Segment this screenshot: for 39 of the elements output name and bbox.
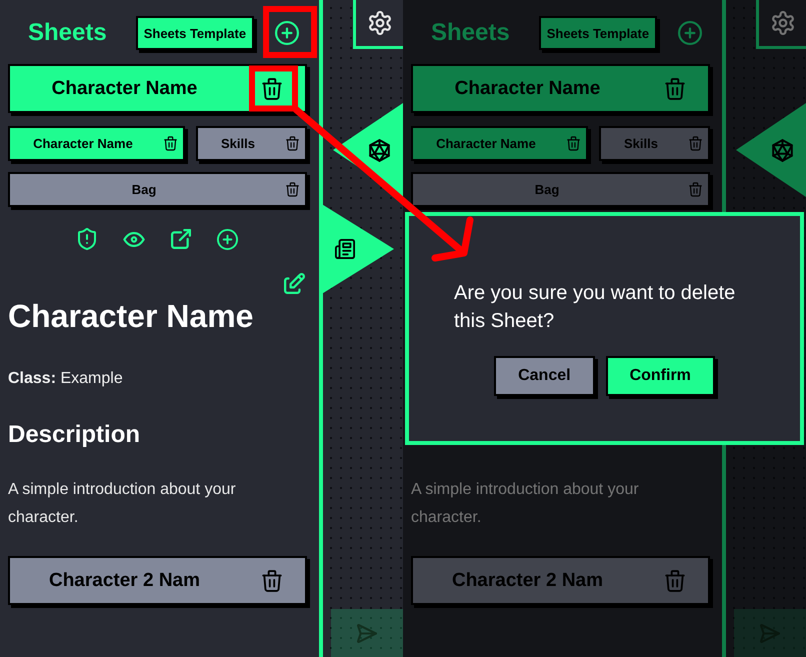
page-tab[interactable]: Bag xyxy=(8,172,307,207)
plus-circle-icon[interactable] xyxy=(217,228,238,250)
send-icon xyxy=(357,624,377,642)
external-link-icon[interactable] xyxy=(171,229,191,249)
cancel-button[interactable]: Cancel xyxy=(494,356,595,396)
highlight-frame xyxy=(249,66,298,112)
edit-icon[interactable] xyxy=(284,273,305,294)
trash-icon[interactable] xyxy=(262,570,282,592)
page-tab[interactable]: Skills xyxy=(196,126,307,161)
settings-button[interactable] xyxy=(353,0,403,49)
description-text: A simple introduction about your character. xyxy=(411,480,640,528)
page-tab[interactable]: Character Name xyxy=(8,126,185,161)
eye-icon[interactable] xyxy=(123,232,145,246)
section-heading: Description xyxy=(8,421,142,449)
template-button[interactable]: Sheets Template xyxy=(538,16,658,50)
character-tab[interactable]: Character Name xyxy=(8,64,307,113)
d20-icon xyxy=(369,138,390,162)
d20-icon xyxy=(772,138,793,162)
description-text: A simple introduction about your character. xyxy=(8,480,237,528)
sheets-title: Sheets xyxy=(431,19,510,47)
highlight-frame xyxy=(263,6,318,58)
page-tab[interactable]: Character Name xyxy=(411,126,588,161)
trash-icon[interactable] xyxy=(286,182,299,197)
confirm-button[interactable]: Confirm xyxy=(606,356,715,396)
class-line: Class: Example xyxy=(8,370,124,388)
character-tab[interactable]: Character Name xyxy=(411,64,710,113)
character-title: Character Name xyxy=(8,298,254,335)
settings-icon xyxy=(770,11,794,35)
trash-icon[interactable] xyxy=(286,136,299,151)
trash-icon[interactable] xyxy=(262,78,282,100)
trash-icon[interactable] xyxy=(164,136,177,151)
character-tab[interactable]: Character 2 Nam xyxy=(8,556,307,605)
newspaper-icon xyxy=(335,239,355,259)
sheets-title: Sheets xyxy=(28,19,107,47)
dialog-message: Are you sure you want to delete this Sheet? xyxy=(454,281,736,334)
template-button[interactable]: Sheets Template xyxy=(136,16,254,50)
shield-alert-icon[interactable] xyxy=(77,228,97,250)
settings-icon xyxy=(368,11,392,35)
plus-circle-icon[interactable] xyxy=(275,21,300,45)
